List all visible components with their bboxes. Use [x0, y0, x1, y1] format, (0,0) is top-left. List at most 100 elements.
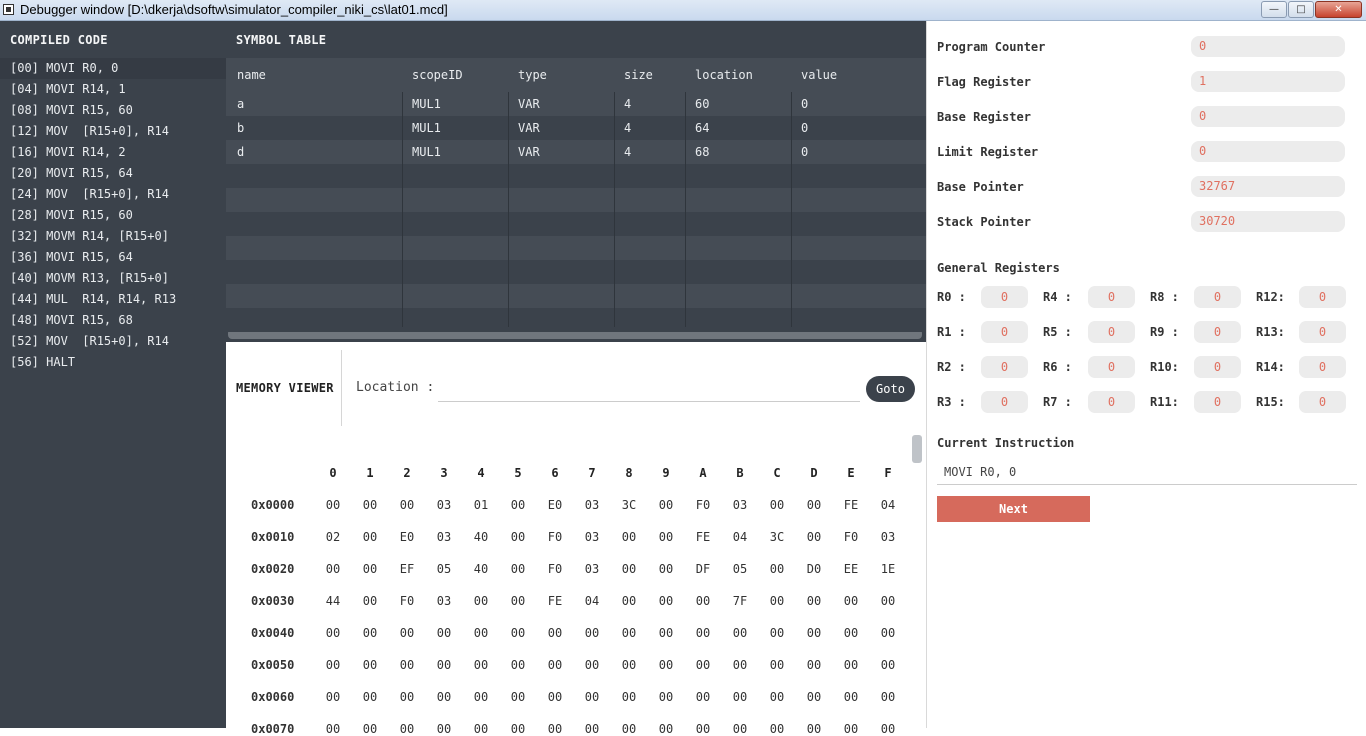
register-r5-label: R5 : — [1043, 325, 1072, 339]
location-input[interactable] — [438, 375, 860, 402]
code-line[interactable]: [12] MOV [R15+0], R14 — [0, 121, 226, 142]
register-r8-field: 0 — [1194, 286, 1241, 308]
register-r12-label: R12: — [1256, 290, 1285, 304]
memory-byte: 00 — [843, 690, 859, 704]
symbol-table-row[interactable]: b MUL1 VAR 4 64 0 — [226, 116, 926, 140]
minimize-button[interactable]: — — [1261, 1, 1287, 18]
memory-byte: 03 — [436, 530, 452, 544]
symbol-table-cell: a — [237, 97, 245, 111]
symbol-table-empty-row[interactable] — [226, 308, 926, 332]
register-r11-field: 0 — [1194, 391, 1241, 413]
symbol-table-empty-row[interactable] — [226, 260, 926, 284]
symbol-table-cell: 0 — [801, 97, 809, 111]
memory-byte: 00 — [473, 594, 489, 608]
memory-byte: 00 — [806, 626, 822, 640]
code-line[interactable]: [00] MOVI R0, 0 — [0, 58, 226, 79]
memory-byte: F0 — [399, 594, 415, 608]
register-r5-field: 0 — [1088, 321, 1135, 343]
symbol-table-empty-row[interactable] — [226, 164, 926, 188]
symbol-table-column-header[interactable]: value — [801, 68, 837, 82]
memory-byte: 44 — [325, 594, 341, 608]
register-r1-label: R1 : — [937, 325, 966, 339]
memory-byte: FE — [843, 498, 859, 512]
memory-vertical-scrollbar[interactable] — [912, 435, 922, 463]
memory-byte: 00 — [621, 530, 637, 544]
maximize-button[interactable]: □ — [1288, 1, 1314, 18]
memory-column-header: 0 — [329, 466, 337, 480]
symbol-table-cell: d — [237, 145, 245, 159]
symbol-table-column-header[interactable]: scopeID — [412, 68, 463, 82]
compiled-code-list: [00] MOVI R0, 0 [04] MOVI R14, 1 [08] MOVI… — [0, 58, 226, 373]
memory-column-header: 9 — [662, 466, 670, 480]
code-line[interactable]: [20] MOVI R15, 64 — [0, 163, 226, 184]
memory-byte: 00 — [843, 594, 859, 608]
code-line[interactable]: [08] MOVI R15, 60 — [0, 100, 226, 121]
code-line[interactable]: [40] MOVM R13, [R15+0] — [0, 268, 226, 289]
symbol-table-column-header[interactable]: location — [695, 68, 753, 82]
memory-byte: 00 — [399, 626, 415, 640]
memory-byte: 00 — [806, 690, 822, 704]
location-label: Location : — [356, 380, 435, 395]
memory-byte: 40 — [473, 562, 489, 576]
window-title: Debugger window [D:\dkerja\dsoftw\simula… — [20, 2, 448, 17]
code-line[interactable]: [16] MOVI R14, 2 — [0, 142, 226, 163]
symbol-table-cell: 64 — [695, 121, 710, 135]
memory-column-header: 8 — [625, 466, 633, 480]
symbol-table-cell: b — [237, 121, 245, 135]
memory-byte: 00 — [769, 562, 785, 576]
code-line[interactable]: [32] MOVM R14, [R15+0] — [0, 226, 226, 247]
code-line[interactable]: [36] MOVI R15, 64 — [0, 247, 226, 268]
middle-panel: SYMBOL TABLE name scopeID type size location… — [226, 21, 926, 736]
memory-byte: FE — [695, 530, 711, 544]
general-registers-title: General Registers — [937, 261, 1060, 275]
goto-button[interactable]: Goto — [866, 376, 915, 402]
memory-byte: 04 — [732, 530, 748, 544]
register-r2-field: 0 — [981, 356, 1028, 378]
symbol-table-column-header[interactable]: type — [518, 68, 547, 82]
memory-byte: 00 — [325, 722, 341, 736]
memory-byte: F0 — [843, 530, 859, 544]
memory-byte: D0 — [806, 562, 822, 576]
flag-register-label: Flag Register — [937, 75, 1031, 89]
symbol-table-column-header[interactable]: name — [237, 68, 266, 82]
code-line[interactable]: [24] MOV [R15+0], R14 — [0, 184, 226, 205]
memory-viewer-title: MEMORY VIEWER — [236, 381, 334, 395]
memory-column-header: 2 — [403, 466, 411, 480]
memory-byte: 00 — [769, 626, 785, 640]
memory-byte: 00 — [880, 690, 896, 704]
memory-byte: 00 — [769, 498, 785, 512]
symbol-table-row[interactable]: d MUL1 VAR 4 68 0 — [226, 140, 926, 164]
memory-byte: 00 — [621, 658, 637, 672]
memory-byte: 00 — [325, 690, 341, 704]
code-line[interactable]: [48] MOVI R15, 68 — [0, 310, 226, 331]
memory-byte: 1E — [880, 562, 896, 576]
code-line[interactable]: [28] MOVI R15, 60 — [0, 205, 226, 226]
next-button[interactable]: Next — [937, 496, 1090, 522]
code-line[interactable]: [56] HALT — [0, 352, 226, 373]
symbol-table-row[interactable]: a MUL1 VAR 4 60 0 — [226, 92, 926, 116]
memory-byte: 00 — [695, 594, 711, 608]
symbol-table-empty-row[interactable] — [226, 188, 926, 212]
code-line[interactable]: [04] MOVI R14, 1 — [0, 79, 226, 100]
symbol-table-empty-row[interactable] — [226, 284, 926, 308]
symbol-table-empty-row[interactable] — [226, 236, 926, 260]
symbol-table-cell: 60 — [695, 97, 710, 111]
memory-byte: EE — [843, 562, 859, 576]
memory-address: 0x0070 — [251, 722, 295, 736]
memory-byte: 00 — [584, 690, 600, 704]
memory-byte: 00 — [436, 722, 452, 736]
base-pointer-label: Base Pointer — [937, 180, 1024, 194]
memory-address: 0x0060 — [251, 690, 295, 704]
symbol-table-cell: VAR — [518, 97, 540, 111]
symbol-table-empty-row[interactable] — [226, 212, 926, 236]
memory-byte: 00 — [510, 626, 526, 640]
code-line[interactable]: [52] MOV [R15+0], R14 — [0, 331, 226, 352]
close-button[interactable]: ✕ — [1315, 1, 1362, 18]
memory-byte: 00 — [695, 626, 711, 640]
memory-byte: 7F — [732, 594, 748, 608]
memory-byte: 00 — [658, 722, 674, 736]
memory-byte: 00 — [621, 562, 637, 576]
code-line[interactable]: [44] MUL R14, R14, R13 — [0, 289, 226, 310]
symbol-table-column-header[interactable]: size — [624, 68, 653, 82]
register-r6-label: R6 : — [1043, 360, 1072, 374]
